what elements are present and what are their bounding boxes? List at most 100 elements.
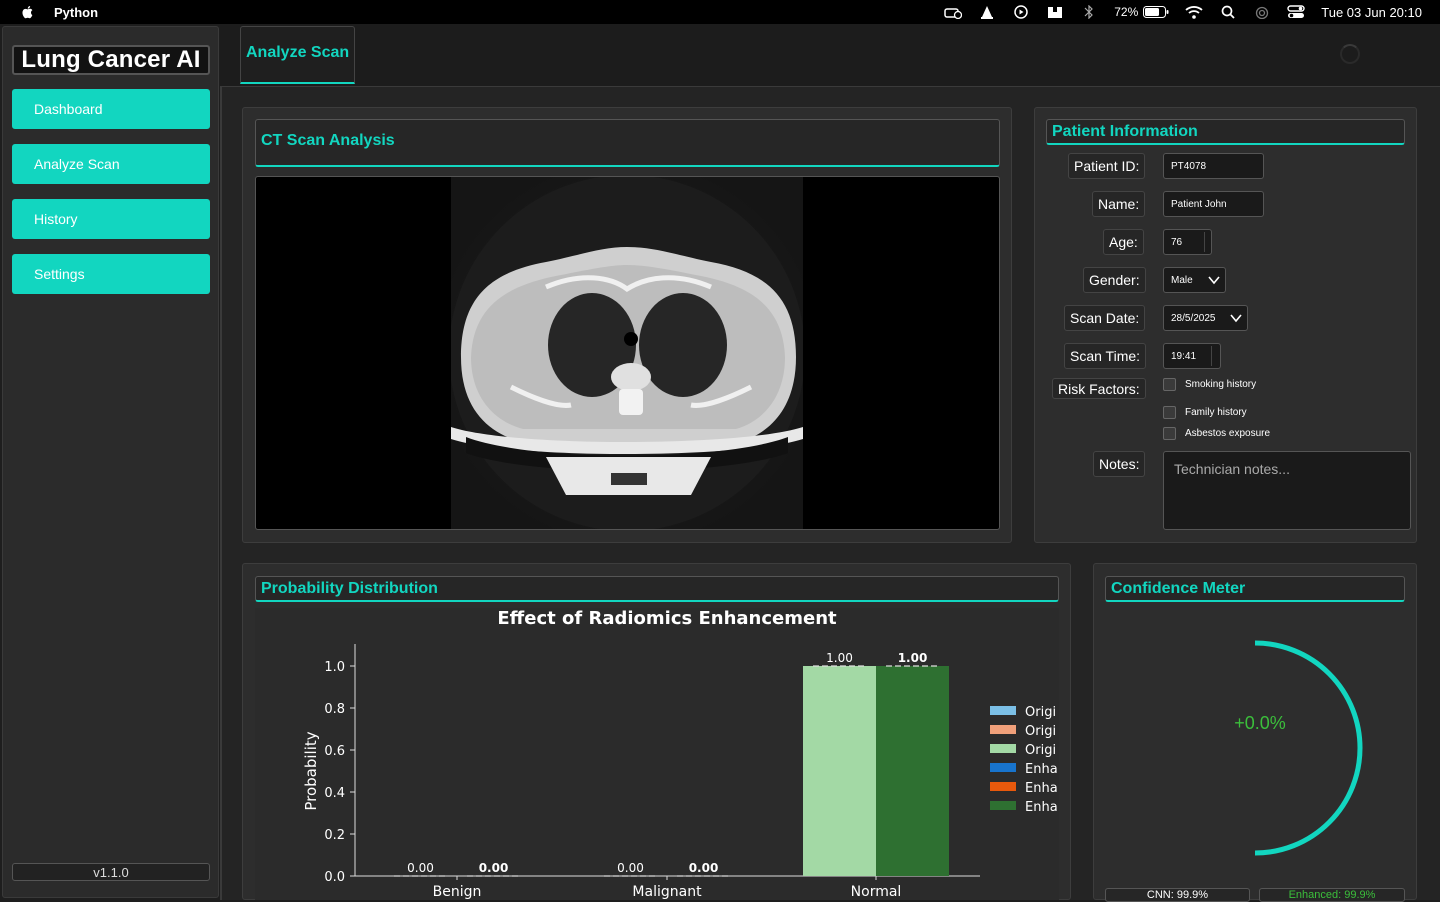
version-label: v1.1.0 <box>12 863 210 881</box>
ct-panel-title: CT Scan Analysis <box>255 119 1000 167</box>
app-name[interactable]: Python <box>54 5 98 20</box>
y-axis-label: Probability <box>302 731 320 810</box>
chevron-down-icon <box>1208 276 1220 285</box>
scan-time-input[interactable]: 19:41 <box>1163 343 1221 369</box>
y-tick-label: 0.2 <box>324 828 345 843</box>
display-icon[interactable] <box>1046 5 1064 19</box>
scan-date-input[interactable]: 28/5/2025 <box>1163 305 1248 331</box>
x-tick-label: Normal <box>851 884 902 900</box>
smoking-history-checkbox[interactable]: Smoking history <box>1163 378 1256 391</box>
y-tick-label: 0.4 <box>324 786 345 801</box>
name-label: Name: <box>1092 191 1146 217</box>
age-value: 76 <box>1171 236 1183 248</box>
legend-swatch <box>990 801 1016 810</box>
nav-analyze-scan-button[interactable]: Analyze Scan <box>12 144 210 184</box>
y-tick-label: 0.8 <box>324 702 345 717</box>
x-tick-label: Benign <box>433 884 482 900</box>
bluetooth-icon[interactable] <box>1080 5 1098 19</box>
chart-bar <box>803 666 876 876</box>
legend-swatch <box>990 782 1016 791</box>
ct-scan-image <box>451 177 803 529</box>
battery-percent: 72% <box>1114 5 1139 19</box>
sidebar: Lung Cancer AI Dashboard Analyze Scan Hi… <box>2 26 219 898</box>
control-center-icon[interactable] <box>1287 5 1305 19</box>
scan-time-label: Scan Time: <box>1064 343 1147 369</box>
data-label: 0.00 <box>479 861 509 875</box>
play-icon[interactable] <box>1012 5 1030 19</box>
data-label: 1.00 <box>898 651 928 665</box>
search-icon[interactable] <box>1219 5 1237 19</box>
legend-label: Origi <box>1025 743 1056 758</box>
legend-swatch <box>990 744 1016 753</box>
clock[interactable]: Tue 03 Jun 20:10 <box>1321 5 1422 20</box>
gender-select[interactable]: Male <box>1163 267 1226 293</box>
legend-label: Enha <box>1025 781 1058 796</box>
asbestos-exposure-checkbox[interactable]: Asbestos exposure <box>1163 427 1270 440</box>
nav-settings-button[interactable]: Settings <box>12 254 210 294</box>
y-tick-label: 1.0 <box>324 660 345 675</box>
checkbox-icon <box>1163 406 1176 419</box>
nav-history-button[interactable]: History <box>12 199 210 239</box>
legend-swatch <box>990 706 1016 715</box>
confidence-value: +0.0% <box>1234 713 1286 733</box>
loading-spinner-icon <box>1340 44 1360 64</box>
probability-chart-svg: Effect of Radiomics Enhancement Probabili… <box>302 608 1058 900</box>
wifi-icon[interactable] <box>1185 5 1203 19</box>
x-tick-label: Malignant <box>632 884 702 900</box>
data-label: 1.00 <box>826 651 853 665</box>
menu-bar: Python 72% Tue 03 Jun 20:10 <box>0 0 1440 24</box>
legend-label: Enha <box>1025 762 1058 777</box>
tab-bar <box>220 24 1440 86</box>
age-label: Age: <box>1103 229 1144 255</box>
data-label: 0.00 <box>689 861 719 875</box>
nav-dashboard-button[interactable]: Dashboard <box>12 89 210 129</box>
checkbox-icon <box>1163 427 1176 440</box>
y-tick-label: 0.6 <box>324 744 345 759</box>
time-stepper-icon[interactable] <box>1211 346 1212 366</box>
legend-label: Enha <box>1025 800 1058 815</box>
scan-date-label: Scan Date: <box>1064 305 1146 331</box>
gender-label: Gender: <box>1083 267 1146 293</box>
apple-icon[interactable] <box>20 4 36 20</box>
asbestos-exposure-label: Asbestos exposure <box>1185 428 1271 439</box>
airdrop-icon[interactable] <box>1253 5 1271 19</box>
confidence-panel-title: Confidence Meter <box>1105 576 1405 602</box>
age-spinbox[interactable]: 76 <box>1163 229 1212 255</box>
data-label: 0.00 <box>407 861 434 875</box>
age-stepper-icon[interactable] <box>1204 232 1205 252</box>
patient-id-input[interactable]: PT4078 <box>1163 153 1264 179</box>
probability-chart: Effect of Radiomics Enhancement Probabili… <box>255 608 1059 900</box>
checkbox-icon <box>1163 378 1176 391</box>
risk-factors-label: Risk Factors: <box>1052 378 1146 399</box>
y-tick-label: 0.0 <box>324 870 345 885</box>
patient-panel-title: Patient Information <box>1046 119 1405 145</box>
chart-bar <box>876 666 949 876</box>
data-label: 0.00 <box>617 861 644 875</box>
scan-time-value: 19:41 <box>1171 350 1197 362</box>
patient-id-label: Patient ID: <box>1068 153 1146 179</box>
legend-label: Origi <box>1025 705 1056 720</box>
confidence-gauge <box>1254 640 1363 856</box>
scan-date-value: 28/5/2025 <box>1171 312 1216 324</box>
notes-textarea[interactable]: Technician notes... <box>1163 451 1411 530</box>
app-logo: Lung Cancer AI <box>12 45 210 75</box>
cone-icon[interactable] <box>978 5 996 19</box>
tab-analyze-scan[interactable]: Analyze Scan <box>240 26 355 84</box>
chevron-down-icon <box>1230 314 1242 323</box>
ct-image-viewer[interactable] <box>255 176 1000 530</box>
legend-swatch <box>990 763 1016 772</box>
gender-value: Male <box>1171 274 1193 286</box>
legend-swatch <box>990 725 1016 734</box>
confidence-arc <box>1254 640 1363 856</box>
drive-icon[interactable] <box>944 5 963 19</box>
battery-icon <box>1143 6 1169 18</box>
family-history-checkbox[interactable]: Family history <box>1163 406 1247 419</box>
legend-label: Origi <box>1025 724 1056 739</box>
family-history-label: Family history <box>1185 407 1247 418</box>
smoking-history-label: Smoking history <box>1185 379 1257 390</box>
probability-panel-title: Probability Distribution <box>255 576 1059 602</box>
notes-label: Notes: <box>1093 451 1146 477</box>
battery-status[interactable]: 72% <box>1114 5 1169 19</box>
name-input[interactable]: Patient John <box>1163 191 1264 217</box>
chart-title: Effect of Radiomics Enhancement <box>497 608 837 629</box>
